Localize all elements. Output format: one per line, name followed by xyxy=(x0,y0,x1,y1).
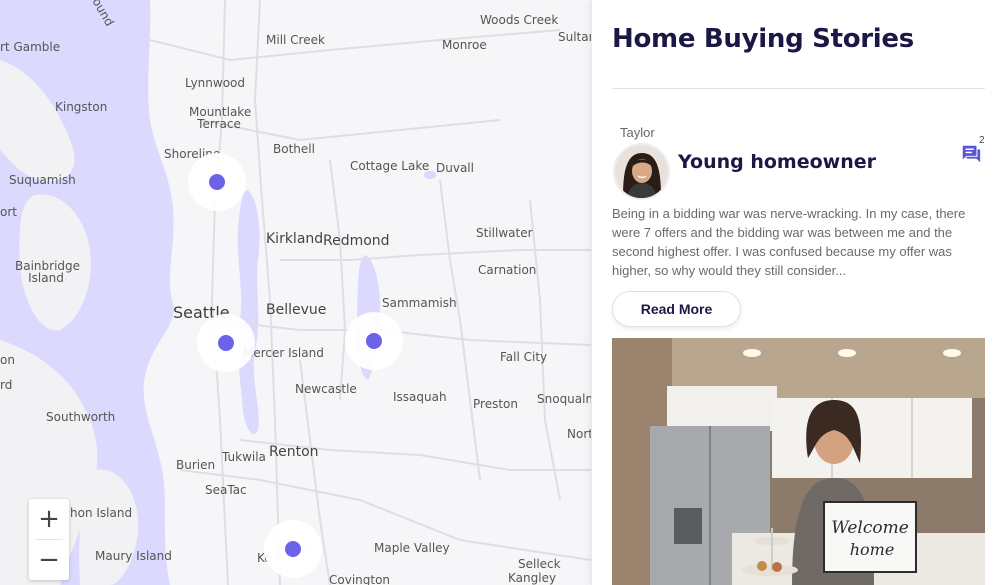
zoom-in-button[interactable]: + xyxy=(29,499,69,539)
story-pin[interactable] xyxy=(264,520,322,578)
place-label: Kingston xyxy=(55,100,108,114)
place-label: Suquamish xyxy=(9,173,76,187)
comment-count: 2 xyxy=(979,135,985,146)
place-label: hon Island xyxy=(70,506,133,520)
place-label: Nort xyxy=(567,427,591,441)
place-label: Newcastle xyxy=(295,382,357,396)
zoom-control: + − xyxy=(29,499,69,580)
place-label: Bellevue xyxy=(266,302,327,318)
place-label: Kirkland xyxy=(266,231,324,247)
place-label: Maple Valley xyxy=(374,541,450,555)
place-label: on xyxy=(0,353,15,367)
place-label: Mill Creek xyxy=(266,33,325,47)
place-label: Sultan xyxy=(558,30,591,44)
story-pin[interactable] xyxy=(197,314,255,372)
title-divider xyxy=(612,88,985,89)
place-label: Renton xyxy=(269,444,319,460)
place-label: Mercer Island xyxy=(243,346,324,360)
place-label: Issaquah xyxy=(393,390,447,404)
place-label: Covington xyxy=(329,573,391,585)
place-label: Maury Island xyxy=(95,549,172,563)
sign-text-line1: Welcome xyxy=(831,518,909,538)
place-label: Preston xyxy=(473,397,518,411)
place-label: Bothell xyxy=(273,142,315,156)
place-label: Cottage Lake xyxy=(350,159,430,173)
story-title[interactable]: Young homeowner xyxy=(678,151,876,173)
place-label: SeaTac xyxy=(205,483,247,497)
map[interactable]: Woods Creek Sultan Monroe Mill Creek rt … xyxy=(0,0,591,585)
pin-marker-icon xyxy=(209,174,225,190)
place-label: Fall City xyxy=(500,350,548,364)
stories-panel: Home Buying Stories Taylor Young homeown… xyxy=(591,0,1001,585)
chat-icon xyxy=(962,145,981,163)
place-label: Monroe xyxy=(442,38,487,52)
pin-marker-icon xyxy=(218,335,234,351)
place-label: ort xyxy=(0,205,17,219)
story-author: Taylor xyxy=(620,125,655,140)
place-label: rt Gamble xyxy=(0,40,61,54)
place-label: Southworth xyxy=(46,410,116,424)
story-pin[interactable] xyxy=(188,153,246,211)
story-photo: Welcome home xyxy=(612,338,985,585)
comments-button[interactable]: 2 xyxy=(958,135,986,166)
place-label: Stillwater xyxy=(476,226,533,240)
avatar xyxy=(613,143,670,200)
place-label: Mountlake Terrace xyxy=(189,105,252,131)
story-excerpt: Being in a bidding war was nerve-wrackin… xyxy=(612,206,966,278)
place-label: Duvall xyxy=(436,161,474,175)
place-label: Lynnwood xyxy=(185,76,246,90)
place-label: Tukwila xyxy=(222,450,266,464)
place-label: Burien xyxy=(176,458,216,472)
story-pin[interactable] xyxy=(345,312,403,370)
place-label: Selleck xyxy=(518,557,561,571)
sign-text-line2: home xyxy=(850,540,895,559)
place-label: Snoqualm xyxy=(537,392,591,406)
pin-marker-icon xyxy=(366,333,382,349)
map-base xyxy=(0,0,591,585)
place-label: Redmond xyxy=(323,233,390,249)
place-label: Carnation xyxy=(478,263,537,277)
pin-marker-icon xyxy=(285,541,301,557)
read-more-button[interactable]: Read More xyxy=(612,291,741,327)
page-title: Home Buying Stories xyxy=(612,24,914,54)
zoom-out-button[interactable]: − xyxy=(29,540,69,580)
place-label: Kangley xyxy=(508,571,557,585)
place-label: Woods Creek xyxy=(480,13,559,27)
place-label: Bainbridge Island xyxy=(15,259,81,285)
place-label: rd xyxy=(0,378,13,392)
place-label: Sammamish xyxy=(382,296,457,310)
